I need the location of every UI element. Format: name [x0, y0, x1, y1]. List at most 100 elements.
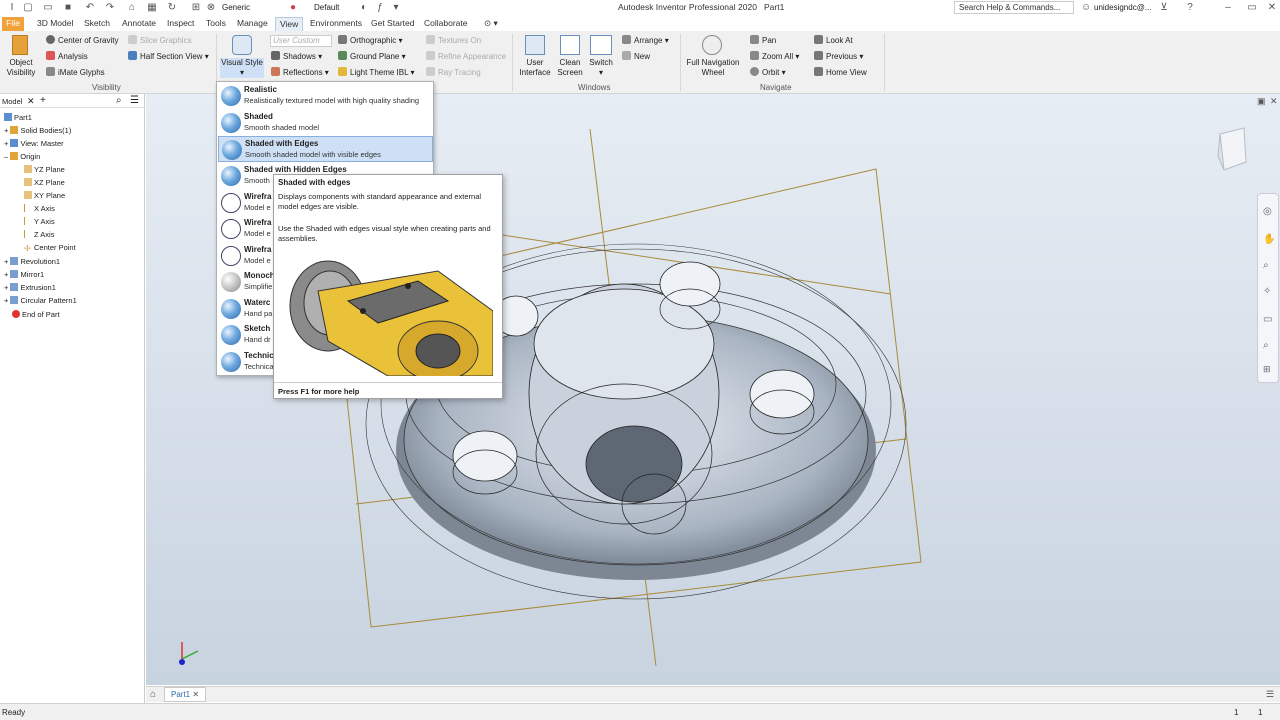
- look-at-button[interactable]: Look At: [814, 35, 853, 46]
- tab-inspect[interactable]: Inspect: [163, 17, 198, 31]
- tree-item[interactable]: ✢ Center Point: [24, 243, 76, 253]
- tab-file[interactable]: File: [2, 17, 24, 31]
- style-item-realistic[interactable]: Realistic Realistically textured model wi…: [218, 83, 433, 109]
- shadows-button[interactable]: Shadows ▾: [271, 51, 322, 62]
- tab-tools[interactable]: Tools: [202, 17, 230, 31]
- tree-item[interactable]: X Axis: [24, 204, 55, 213]
- view-face-icon[interactable]: ▭: [1263, 314, 1272, 325]
- fx-icon[interactable]: ƒ: [374, 2, 386, 14]
- look-at-icon[interactable]: ⊞: [1263, 364, 1271, 375]
- browser-tab-model[interactable]: Model: [2, 97, 22, 106]
- tab-manage[interactable]: Manage: [233, 17, 272, 31]
- tree-item[interactable]: + Circular Pattern1: [4, 296, 77, 305]
- light-theme-button[interactable]: Light Theme IBL ▾: [338, 67, 415, 78]
- doc-tab-part1[interactable]: Part1 ✕: [164, 687, 207, 702]
- tree-item[interactable]: Y Axis: [24, 217, 55, 226]
- tree-item[interactable]: + Extrusion1: [4, 283, 56, 292]
- slice-graphics-button[interactable]: Slice Graphics: [128, 35, 192, 46]
- user-name[interactable]: unidesigndc@...: [1094, 1, 1152, 14]
- half-section-view-button[interactable]: Half Section View ▾: [128, 51, 209, 62]
- new-icon[interactable]: ▢: [22, 2, 34, 14]
- tab-list-icon[interactable]: ☰: [1266, 689, 1274, 700]
- tab-3d-model[interactable]: 3D Model: [33, 17, 77, 31]
- tab-get-started[interactable]: Get Started: [367, 17, 418, 31]
- color-icon[interactable]: ◐: [358, 2, 370, 14]
- tree-item[interactable]: + Solid Bodies(1): [4, 126, 71, 135]
- ribbon-options-icon[interactable]: ⊙ ▾: [480, 17, 502, 31]
- style-item-shaded-with-edges[interactable]: Shaded with Edges Smooth shaded model wit…: [218, 136, 433, 162]
- pan-icon[interactable]: ✋: [1263, 234, 1275, 245]
- customize-icon[interactable]: ▾: [390, 2, 402, 14]
- maximize-icon[interactable]: ▭: [1246, 2, 1258, 14]
- orbit-button[interactable]: Orbit ▾: [750, 67, 786, 78]
- view-cube[interactable]: [1217, 127, 1247, 171]
- tree-item[interactable]: Z Axis: [24, 230, 54, 239]
- appearance-combo[interactable]: Generic: [222, 1, 284, 14]
- pan-button[interactable]: Pan: [750, 35, 776, 46]
- orthographic-button[interactable]: Orthographic ▾: [338, 35, 403, 46]
- cart-icon[interactable]: ⊻: [1158, 2, 1170, 14]
- zoom-icon[interactable]: ⌕: [1263, 260, 1269, 271]
- select-icon[interactable]: ▦: [146, 2, 158, 14]
- previous-view-button[interactable]: Previous ▾: [814, 51, 863, 62]
- search-icon[interactable]: ⌕: [116, 95, 122, 106]
- close-icon[interactable]: ✕: [27, 96, 35, 107]
- measure-icon[interactable]: ⊞: [190, 2, 202, 14]
- tab-sketch[interactable]: Sketch: [80, 17, 114, 31]
- home-view-button[interactable]: Home View: [814, 67, 867, 78]
- open-icon[interactable]: ▭: [42, 2, 54, 14]
- add-tab-icon[interactable]: +: [40, 95, 46, 106]
- arrange-button[interactable]: Arrange ▾: [622, 35, 669, 46]
- home-icon[interactable]: ⌂: [126, 2, 138, 14]
- tree-item[interactable]: – Origin: [4, 152, 40, 161]
- zoom-window-icon[interactable]: ⌕: [1263, 340, 1269, 351]
- close-icon[interactable]: ✕: [192, 690, 199, 699]
- imate-glyphs-button[interactable]: iMate Glyphs: [46, 67, 105, 78]
- user-custom-combo[interactable]: User Custom: [270, 35, 332, 47]
- textures-on-button[interactable]: Textures On: [426, 35, 481, 46]
- zoom-all-button[interactable]: Zoom All ▾: [750, 51, 799, 62]
- material-combo[interactable]: Default: [314, 1, 354, 14]
- minimize-icon[interactable]: –: [1222, 2, 1234, 14]
- clean-screen-button[interactable]: Clean Screen: [554, 58, 586, 78]
- tree-item[interactable]: YZ Plane: [24, 165, 65, 174]
- tab-annotate[interactable]: Annotate: [118, 17, 160, 31]
- close-icon[interactable]: ✕: [1266, 2, 1278, 14]
- tree-item[interactable]: XZ Plane: [24, 178, 65, 187]
- ground-plane-button[interactable]: Ground Plane ▾: [338, 51, 406, 62]
- update-icon[interactable]: ↻: [166, 2, 178, 14]
- tree-item[interactable]: + View: Master: [4, 139, 64, 148]
- undo-icon[interactable]: ↶: [84, 2, 96, 14]
- style-item-shaded[interactable]: Shaded Smooth shaded model: [218, 110, 433, 136]
- tab-environments[interactable]: Environments: [306, 17, 366, 31]
- search-input[interactable]: Search Help & Commands...: [954, 1, 1074, 14]
- tab-view[interactable]: View: [275, 17, 304, 31]
- user-interface-button[interactable]: User Interface: [518, 58, 552, 78]
- tab-collaborate[interactable]: Collaborate: [420, 17, 471, 31]
- app-logo-icon[interactable]: I: [6, 2, 18, 14]
- tree-item[interactable]: Part1: [4, 113, 32, 122]
- visual-style-button[interactable]: Visual Style ▾: [220, 58, 264, 78]
- center-of-gravity-button[interactable]: Center of Gravity: [46, 35, 118, 46]
- tree-item[interactable]: + Mirror1: [4, 270, 44, 279]
- reflections-button[interactable]: Reflections ▾: [271, 67, 329, 78]
- tree-item[interactable]: XY Plane: [24, 191, 65, 200]
- maximize-view-icon[interactable]: ▣: [1257, 96, 1266, 107]
- orbit-icon[interactable]: ✧: [1263, 286, 1271, 297]
- home-icon[interactable]: ⌂: [150, 689, 156, 700]
- close-view-icon[interactable]: ✕: [1270, 96, 1278, 107]
- tree-item[interactable]: + Revolution1: [4, 257, 60, 266]
- save-icon[interactable]: ■: [62, 2, 74, 14]
- help-icon[interactable]: ?: [1184, 2, 1196, 14]
- appearance-clear-icon[interactable]: ⊗: [205, 2, 217, 14]
- analysis-button[interactable]: Analysis: [46, 51, 88, 62]
- tree-item[interactable]: End of Part: [12, 310, 60, 319]
- menu-icon[interactable]: ☰: [130, 95, 139, 106]
- full-navigation-wheel-button[interactable]: Full Navigation Wheel: [684, 58, 742, 78]
- new-window-button[interactable]: New: [622, 51, 650, 62]
- steering-wheel-icon[interactable]: ◎: [1263, 206, 1272, 217]
- ray-tracing-button[interactable]: Ray Tracing: [426, 67, 481, 78]
- switch-button[interactable]: Switch ▾: [588, 58, 614, 78]
- redo-icon[interactable]: ↷: [104, 2, 116, 14]
- refine-appearance-button[interactable]: Refine Appearance: [426, 51, 506, 62]
